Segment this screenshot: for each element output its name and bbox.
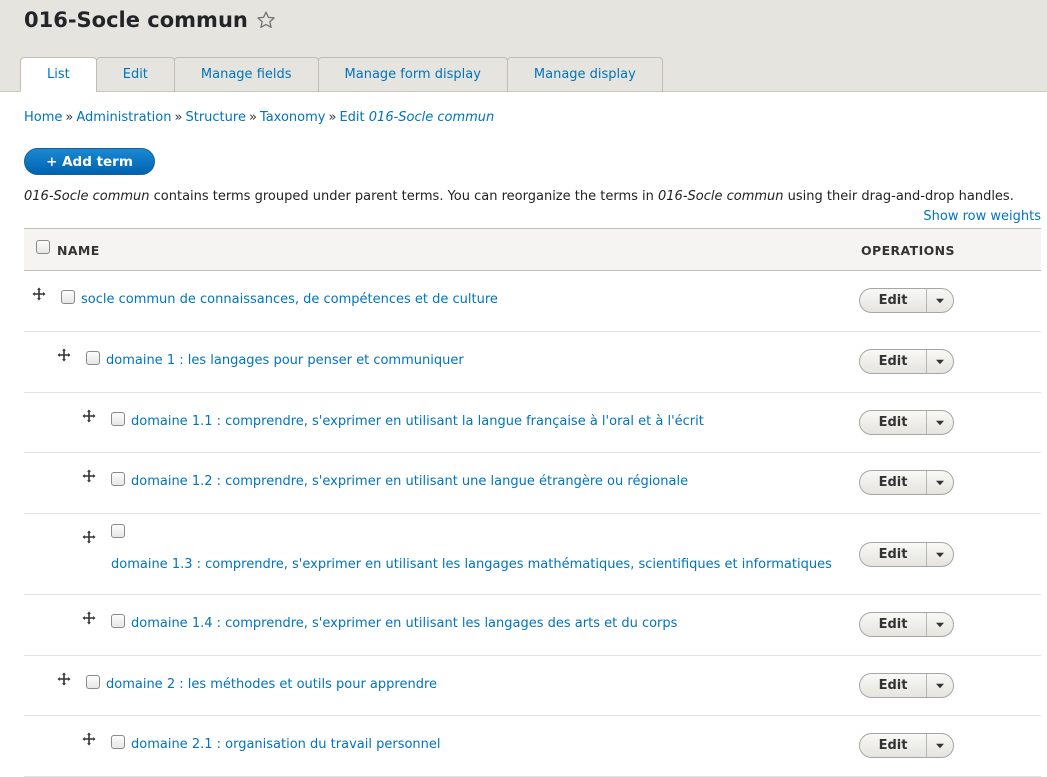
column-header-operations: OPERATIONS bbox=[861, 243, 955, 258]
vocabulary-description: 016-Socle commun contains terms grouped … bbox=[24, 189, 1014, 204]
description-vocab-name: 016-Socle commun bbox=[658, 189, 784, 204]
drag-handle-icon[interactable] bbox=[82, 409, 96, 423]
table-row: domaine 1.1 : comprendre, s'exprimer en … bbox=[24, 393, 1041, 453]
caret-down-icon[interactable] bbox=[927, 411, 953, 434]
edit-button[interactable]: Edit bbox=[860, 289, 927, 312]
table-row: domaine 1.4 : comprendre, s'exprimer en … bbox=[24, 595, 1041, 656]
operations-dropbutton: Edit bbox=[859, 733, 954, 758]
star-icon[interactable] bbox=[256, 10, 276, 30]
breadcrumb-separator: » bbox=[174, 110, 183, 125]
breadcrumb-separator: » bbox=[248, 110, 257, 125]
table-body: socle commun de connaissances, de compét… bbox=[24, 271, 1041, 777]
breadcrumb-structure[interactable]: Structure bbox=[185, 110, 245, 125]
caret-down-icon[interactable] bbox=[927, 350, 953, 373]
caret-down-icon[interactable] bbox=[927, 734, 953, 757]
tab-edit[interactable]: Edit bbox=[95, 57, 175, 92]
term-link[interactable]: domaine 2 : les méthodes et outils pour … bbox=[106, 677, 437, 692]
operations-dropbutton: Edit bbox=[859, 612, 954, 637]
term-link[interactable]: domaine 2.1 : organisation du travail pe… bbox=[131, 737, 441, 752]
drag-handle-icon[interactable] bbox=[82, 530, 96, 544]
add-term-button[interactable]: + Add term bbox=[24, 148, 155, 175]
primary-tabs: List Edit Manage fields Manage form disp… bbox=[20, 57, 663, 92]
table-row: domaine 1 : les langages pour penser et … bbox=[24, 332, 1041, 393]
operations-dropbutton: Edit bbox=[859, 673, 954, 698]
row-checkbox[interactable] bbox=[111, 614, 125, 628]
breadcrumb-taxonomy[interactable]: Taxonomy bbox=[260, 110, 326, 125]
operations-dropbutton: Edit bbox=[859, 349, 954, 374]
breadcrumb-vocabulary-name: 016-Socle commun bbox=[368, 110, 495, 125]
drag-handle-icon[interactable] bbox=[57, 348, 71, 362]
edit-button[interactable]: Edit bbox=[860, 613, 927, 636]
breadcrumb: Home» Administration» Structure» Taxonomy» E… bbox=[24, 110, 494, 125]
drag-handle-icon[interactable] bbox=[82, 469, 96, 483]
tab-list[interactable]: List bbox=[20, 57, 97, 92]
tab-manage-fields[interactable]: Manage fields bbox=[173, 57, 319, 92]
breadcrumb-separator: » bbox=[328, 110, 337, 125]
term-link[interactable]: domaine 1.1 : comprendre, s'exprimer en … bbox=[131, 414, 704, 429]
description-text: using their drag-and-drop handles. bbox=[783, 189, 1014, 204]
edit-button[interactable]: Edit bbox=[860, 350, 927, 373]
page-header: 016-Socle commun List Edit Manage fields… bbox=[0, 0, 1047, 92]
row-checkbox[interactable] bbox=[111, 472, 125, 486]
caret-down-icon[interactable] bbox=[927, 543, 953, 566]
caret-down-icon[interactable] bbox=[927, 289, 953, 312]
column-header-name: NAME bbox=[57, 243, 100, 258]
edit-button[interactable]: Edit bbox=[860, 411, 927, 434]
row-checkbox[interactable] bbox=[111, 735, 125, 749]
row-checkbox[interactable] bbox=[111, 412, 125, 426]
drag-handle-icon[interactable] bbox=[57, 672, 71, 686]
tab-manage-form-display[interactable]: Manage form display bbox=[317, 57, 508, 92]
description-vocab-name: 016-Socle commun bbox=[24, 189, 150, 204]
select-all-checkbox[interactable] bbox=[36, 240, 50, 254]
operations-dropbutton: Edit bbox=[859, 542, 954, 567]
show-row-weights-link[interactable]: Show row weights bbox=[923, 209, 1041, 224]
table-row: domaine 2 : les méthodes et outils pour … bbox=[24, 656, 1041, 716]
operations-dropbutton: Edit bbox=[859, 410, 954, 435]
table-row: domaine 1.2 : comprendre, s'exprimer en … bbox=[24, 453, 1041, 514]
term-link[interactable]: domaine 1.2 : comprendre, s'exprimer en … bbox=[131, 474, 688, 489]
drag-handle-icon[interactable] bbox=[82, 611, 96, 625]
operations-dropbutton: Edit bbox=[859, 288, 954, 313]
breadcrumb-home[interactable]: Home bbox=[24, 110, 62, 125]
row-checkbox[interactable] bbox=[61, 290, 75, 304]
row-checkbox[interactable] bbox=[111, 524, 125, 538]
table-row: socle commun de connaissances, de compét… bbox=[24, 271, 1041, 332]
term-link[interactable]: socle commun de connaissances, de compét… bbox=[81, 292, 498, 307]
terms-table: NAME OPERATIONS socle commun de connaiss… bbox=[24, 228, 1041, 777]
breadcrumb-edit-prefix: Edit bbox=[339, 110, 365, 125]
page-title: 016-Socle commun bbox=[24, 8, 248, 32]
caret-down-icon[interactable] bbox=[927, 613, 953, 636]
tab-manage-display[interactable]: Manage display bbox=[506, 57, 663, 92]
drag-handle-icon[interactable] bbox=[82, 732, 96, 746]
description-text: contains terms grouped under parent term… bbox=[149, 189, 658, 204]
title-row: 016-Socle commun bbox=[24, 6, 276, 34]
term-link[interactable]: domaine 1.4 : comprendre, s'exprimer en … bbox=[131, 616, 677, 631]
table-row: domaine 2.1 : organisation du travail pe… bbox=[24, 716, 1041, 777]
table-header: NAME OPERATIONS bbox=[24, 228, 1041, 271]
term-link[interactable]: domaine 1 : les langages pour penser et … bbox=[106, 353, 464, 368]
table-row: domaine 1.3 : comprendre, s'exprimer en … bbox=[24, 514, 1041, 595]
caret-down-icon[interactable] bbox=[927, 471, 953, 494]
row-checkbox[interactable] bbox=[86, 675, 100, 689]
term-link[interactable]: domaine 1.3 : comprendre, s'exprimer en … bbox=[111, 557, 832, 572]
breadcrumb-separator: » bbox=[65, 110, 74, 125]
caret-down-icon[interactable] bbox=[927, 674, 953, 697]
edit-button[interactable]: Edit bbox=[860, 543, 927, 566]
operations-dropbutton: Edit bbox=[859, 470, 954, 495]
row-checkbox[interactable] bbox=[86, 351, 100, 365]
edit-button[interactable]: Edit bbox=[860, 471, 927, 494]
drag-handle-icon[interactable] bbox=[32, 287, 46, 301]
breadcrumb-administration[interactable]: Administration bbox=[76, 110, 171, 125]
breadcrumb-edit-vocabulary[interactable]: Edit 016-Socle commun bbox=[339, 110, 494, 125]
edit-button[interactable]: Edit bbox=[860, 734, 927, 757]
edit-button[interactable]: Edit bbox=[860, 674, 927, 697]
